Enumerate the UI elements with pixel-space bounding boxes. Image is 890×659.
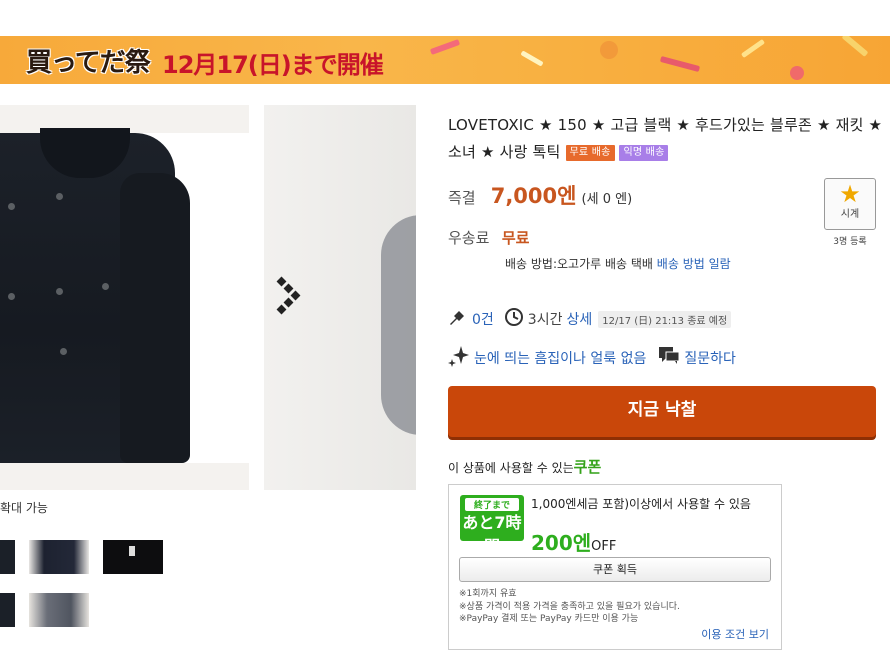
confetti-decoration xyxy=(790,66,804,80)
coupon-amount: 200엔OFF xyxy=(531,527,616,556)
event-banner[interactable]: 買ってだ祭 12月17(日)まで開催 xyxy=(0,36,890,84)
coupon-amount-value: 200엔 xyxy=(531,531,592,555)
get-coupon-button[interactable]: 쿠폰 획득 xyxy=(459,557,771,582)
features-row: 눈에 띄는 흠집이나 얼룩 없음 질문하다 xyxy=(448,345,736,371)
coupon-note: ※PayPay 결제 또는 PayPay 카드만 이용 가능 xyxy=(459,614,639,624)
watch-count: 3명 등록 xyxy=(833,237,867,247)
sparkle-icon xyxy=(448,345,470,371)
coupon-card: 終了まで あと7時間 1,000엔세금 포함)이상에서 사용할 수 있음 200… xyxy=(448,484,782,650)
watch-button[interactable]: ★ 시계 xyxy=(824,178,876,230)
coupon-expiry-tag: 終了まで あと7時間 xyxy=(460,495,524,556)
coupon-heading-text: 이 상품에 사용할 수 있는 xyxy=(448,461,574,475)
condition-link[interactable]: 눈에 띄는 흠집이나 얼룩 없음 xyxy=(474,348,646,368)
coupon-heading: 이 상품에 사용할 수 있는쿠폰 xyxy=(448,456,601,477)
thumbnail[interactable] xyxy=(103,540,163,574)
thumbnail[interactable] xyxy=(29,593,89,627)
jacket-sleeve-shape xyxy=(381,215,416,435)
coupon-condition: 1,000엔세금 포함)이상에서 사용할 수 있음 xyxy=(531,497,751,511)
buy-now-button[interactable]: 지금 낙찰 xyxy=(448,386,876,437)
thumbnail[interactable] xyxy=(29,540,89,574)
watch-label: 시계 xyxy=(840,209,860,220)
details-link[interactable]: 상세 xyxy=(566,309,592,329)
ask-question-link[interactable]: 질문하다 xyxy=(684,348,736,368)
price-value: 7,000엔 xyxy=(490,184,577,208)
price-row: 즉결 7,000엔 (세 0 엔) xyxy=(448,180,632,210)
gavel-icon xyxy=(448,308,468,330)
confetti-decoration xyxy=(740,38,766,59)
confetti-decoration xyxy=(429,39,461,55)
banner-logo: 買ってだ祭 xyxy=(26,48,151,78)
end-time-tag: 12/17 (日) 21:13 종료 예정 xyxy=(598,310,732,328)
coupon-note: ※1회까지 유효 xyxy=(459,589,517,599)
product-title: LOVETOXIC ★ 150 ★ 고급 블랙 ★ 후드가있는 블루존 ★ 재킷… xyxy=(448,112,888,166)
jacket-sleeve-shape xyxy=(120,173,190,463)
coupon-tag-top: 終了まで xyxy=(465,498,519,511)
coupon-heading-highlight: 쿠폰 xyxy=(573,458,602,476)
jacket-button xyxy=(56,193,63,200)
shipping-method: 배송 방법:오고가루 배송 택배 배송 방법 일람 xyxy=(505,255,731,272)
coupon-notes: ※1회까지 유효 ※상품 가격이 적용 가격을 충족하고 있을 필요가 있습니다… xyxy=(459,588,680,626)
jacket-button xyxy=(60,348,67,355)
free-shipping-badge: 무료 배송 xyxy=(565,144,615,161)
shipping-method-text: 배송 방법:오고가루 배송 택배 xyxy=(505,257,653,271)
zoom-note: 확대 가능 xyxy=(0,501,48,515)
shipping-label: 우송료 xyxy=(448,229,490,247)
chat-bubble-icon xyxy=(658,346,680,370)
jacket-photo xyxy=(0,128,249,463)
jacket-button xyxy=(8,203,15,210)
confetti-decoration xyxy=(600,41,618,59)
coupon-tag-bottom: あと7時間 xyxy=(462,513,522,556)
thumbnail[interactable] xyxy=(0,593,15,627)
next-image-arrow-icon[interactable] xyxy=(272,274,312,324)
tag-shape xyxy=(129,546,135,556)
clock-icon xyxy=(504,307,524,331)
banner-event-text: 12月17(日)まで開催 xyxy=(162,51,384,79)
confetti-decoration xyxy=(520,50,544,67)
confetti-decoration xyxy=(659,55,701,73)
time-left: 3시간 xyxy=(527,312,563,328)
coupon-amount-suffix: OFF xyxy=(591,539,617,554)
coupon-terms-link[interactable]: 이용 조건 보기 xyxy=(701,626,769,642)
shipping-row: 우송료 무료 xyxy=(448,227,529,248)
auction-stats: 0건 3시간 상세 12/17 (日) 21:13 종료 예정 xyxy=(448,307,732,331)
shipping-value: 무료 xyxy=(501,229,530,247)
bid-count[interactable]: 0건 xyxy=(472,309,494,329)
price-tax: (세 0 엔) xyxy=(581,192,633,207)
jacket-button xyxy=(8,293,15,300)
price-label: 즉결 xyxy=(448,189,476,207)
confetti-decoration xyxy=(841,36,869,57)
thumbnail[interactable] xyxy=(0,540,15,574)
coupon-note: ※상품 가격이 적용 가격을 충족하고 있을 필요가 있습니다. xyxy=(459,601,680,612)
jacket-button xyxy=(56,288,63,295)
jacket-button xyxy=(102,283,109,290)
shipping-method-link[interactable]: 배송 방법 일람 xyxy=(657,257,731,271)
anonymous-shipping-badge: 익명 배송 xyxy=(619,144,669,161)
main-product-image[interactable] xyxy=(0,105,249,490)
